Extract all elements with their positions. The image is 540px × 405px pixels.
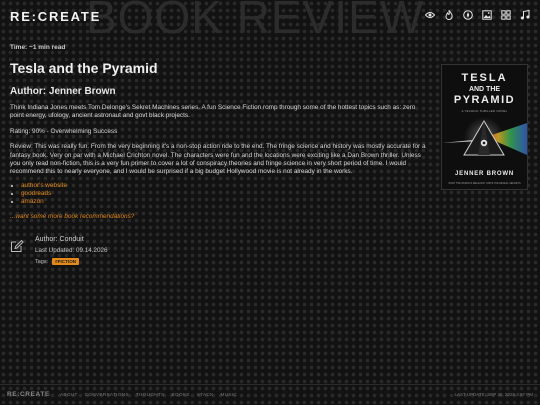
- cover-pyramid-art: [442, 117, 527, 157]
- footer-nav-music[interactable]: MUSIC: [221, 392, 238, 397]
- footer-nav-about[interactable]: ABOUT: [60, 392, 78, 397]
- more-recommendations-link[interactable]: ...want some more book recommendations?: [10, 213, 430, 220]
- read-time: Time: ~1 min read: [10, 44, 66, 51]
- post-author: Author: Conduit: [35, 236, 84, 243]
- goodreads-link[interactable]: goodreads: [21, 190, 430, 198]
- footer-nav: ABOUT CONVERSATIONS THOUGHTS BOOKS STACK…: [60, 392, 237, 397]
- book-title: Tesla and the Pyramid: [10, 60, 158, 76]
- footer-last-update: LAST UPDATE: SEP 25, 2026 4:57 PM: [454, 392, 533, 397]
- site-header: BOOK REVIEW RE:CREATE: [0, 0, 540, 43]
- footer-nav-books[interactable]: BOOKS: [172, 392, 190, 397]
- cover-title-line2: AND THE: [468, 86, 501, 93]
- footer-nav-stack[interactable]: STACK: [197, 392, 214, 397]
- tags-row: Tags: #FICTION: [35, 258, 310, 265]
- cover-subtitle: A TECHNO-THRILLER NOVEL: [461, 109, 508, 113]
- article-body: Time: ~1 min read Tesla and the Pyramid …: [10, 44, 430, 220]
- book-review: Review: This was really fun. From the ve…: [10, 143, 426, 176]
- cover-title-line3: PYRAMID: [453, 94, 516, 106]
- book-cover: TESLA AND THE PYRAMID A TECHNO-THRILLER …: [441, 64, 528, 190]
- grid-icon[interactable]: [501, 10, 511, 20]
- site-footer: RE:CREATE 2.0 ABOUT CONVERSATIONS THOUGH…: [0, 384, 540, 405]
- book-author-heading: Author: Jenner Brown: [10, 86, 116, 97]
- header-icon-nav: [425, 10, 530, 20]
- amazon-link[interactable]: amazon: [21, 198, 430, 206]
- tag-badge[interactable]: #FICTION: [52, 258, 80, 265]
- site-logo[interactable]: RE:CREATE: [10, 9, 101, 24]
- post-meta: Author: Conduit Last Updated: 09.14.2026…: [10, 236, 310, 265]
- cover-author: JENNER BROWN: [455, 171, 514, 177]
- footer-version: 2.0: [44, 391, 51, 397]
- footer-nav-conversations[interactable]: CONVERSATIONS: [85, 392, 129, 397]
- book-intro: Think Indiana Jones meets Tom Delonge's …: [10, 104, 416, 120]
- book-rating: Rating: 90% - Overwhelming Success: [10, 127, 118, 135]
- compass-icon[interactable]: [463, 10, 473, 20]
- last-updated: Last Updated: 09.14.2026: [35, 247, 108, 254]
- footer-nav-thoughts[interactable]: THOUGHTS: [136, 392, 165, 397]
- eye-icon[interactable]: [425, 10, 435, 20]
- flame-icon[interactable]: [444, 10, 454, 20]
- book-links: author's website goodreads amazon: [21, 182, 430, 206]
- page-watermark: BOOK REVIEW: [86, 0, 425, 43]
- edit-document-icon: [11, 239, 24, 252]
- image-icon[interactable]: [482, 10, 492, 20]
- cover-title-line1: TESLA: [461, 72, 508, 84]
- cover-blurb: WHAT THE WORLD'S RELEVANT UNITE THE REVE…: [448, 182, 521, 185]
- author-website-link[interactable]: author's website: [21, 182, 430, 190]
- tags-label: Tags:: [35, 258, 49, 265]
- music-icon[interactable]: [520, 10, 530, 20]
